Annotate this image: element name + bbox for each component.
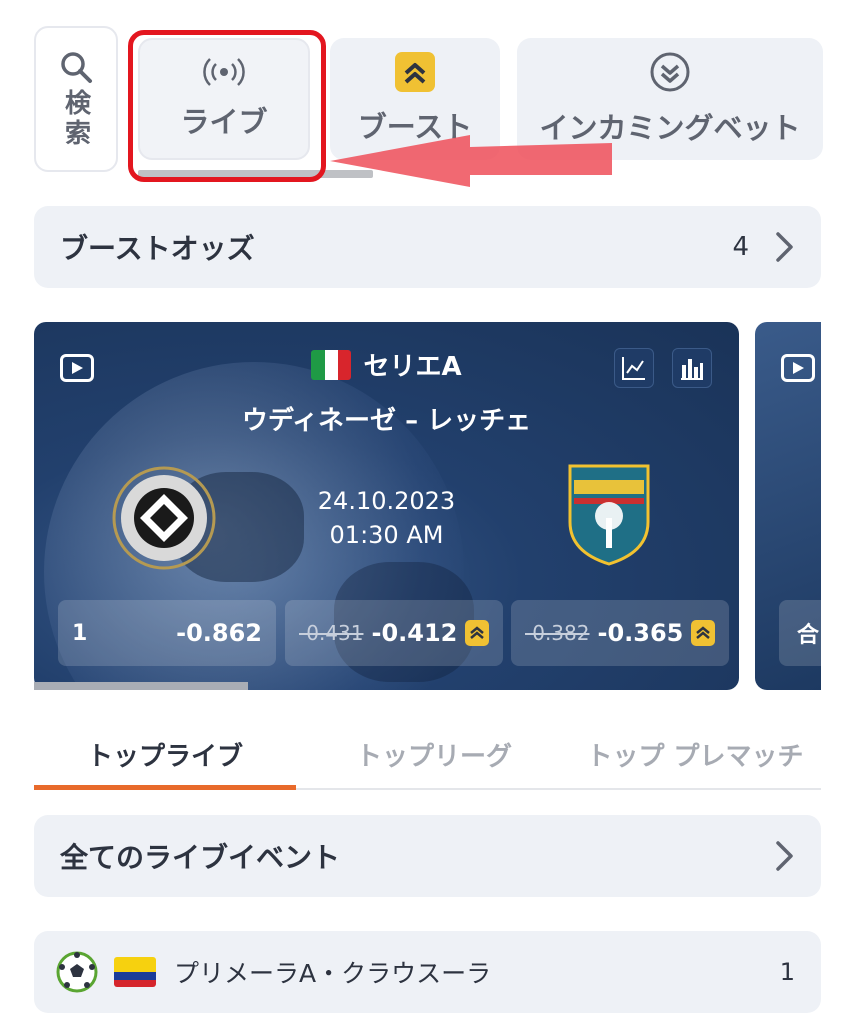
odd-old-value: -0.431: [299, 621, 364, 645]
odd-value: -0.862: [176, 619, 262, 647]
next-match-card[interactable]: 合: [755, 322, 821, 690]
league-list-count: 1: [779, 958, 795, 986]
bar-chart-icon: [681, 359, 703, 380]
boost-badge-icon: [691, 620, 715, 646]
odd-button-2[interactable]: -0.431 -0.412: [285, 600, 503, 666]
chevron-right-icon: [776, 841, 793, 871]
soccer-ball-icon: [56, 951, 98, 993]
match-title: ウディネーゼ – レッチェ: [241, 406, 532, 436]
live-tabs: トップライブ トップリーグ トップ プレマッチ: [34, 720, 821, 790]
league-list-item[interactable]: プリメーラA・クラウスーラ 1: [34, 931, 821, 1013]
tab-label: トップ プレマッチ: [586, 741, 804, 772]
search-button[interactable]: 検索: [34, 26, 118, 172]
card-scrollbar[interactable]: [34, 682, 248, 690]
all-live-events-title: 全てのライブイベント: [60, 841, 341, 874]
tab-top-prematch[interactable]: トップ プレマッチ: [569, 720, 821, 788]
italy-flag-icon: [311, 349, 352, 380]
odd-button-1[interactable]: 1 -0.862: [58, 600, 276, 666]
league-list-name: プリメーラA・クラウスーラ: [174, 959, 492, 988]
top-nav: 検索 ライブ ブースト インカミングベット: [0, 0, 853, 200]
tab-top-league[interactable]: トップリーグ: [324, 720, 544, 788]
search-icon: [61, 52, 92, 83]
next-odd-button[interactable]: 合: [779, 600, 821, 666]
odd-label: 1: [72, 620, 88, 646]
next-odd-label: 合: [797, 623, 820, 648]
boost-odds-row[interactable]: ブーストオッズ 4: [34, 206, 821, 288]
odd-button-3[interactable]: -0.382 -0.365: [511, 600, 729, 666]
boost-badge-icon: [465, 620, 489, 646]
tab-label: トップライブ: [86, 741, 243, 772]
all-live-events-row[interactable]: 全てのライブイベント: [34, 815, 821, 897]
pointer-arrow-icon: [330, 135, 612, 187]
tab-top-live[interactable]: トップライブ: [34, 720, 296, 788]
chart-button[interactable]: [614, 348, 654, 388]
boost-icon: [395, 52, 435, 92]
incoming-chevron-icon: [650, 52, 690, 92]
colombia-flag-icon: [114, 957, 156, 987]
stats-button[interactable]: [672, 348, 712, 388]
boost-odds-count: 4: [732, 232, 749, 262]
highlight-box: [128, 30, 326, 182]
odd-value: -0.412: [371, 619, 458, 647]
line-chart-icon: [622, 357, 645, 380]
tab-label: トップリーグ: [355, 741, 512, 772]
odd-value: -0.365: [597, 619, 684, 647]
search-label: 検索: [60, 89, 91, 149]
away-team-logo: [568, 464, 650, 566]
boost-odds-title: ブーストオッズ: [60, 232, 255, 265]
odd-old-value: -0.382: [525, 621, 590, 645]
chevron-right-icon: [776, 232, 793, 262]
league-name: セリエA: [363, 352, 462, 382]
next-play-icon: [781, 354, 815, 382]
active-tab-indicator: [34, 785, 296, 790]
